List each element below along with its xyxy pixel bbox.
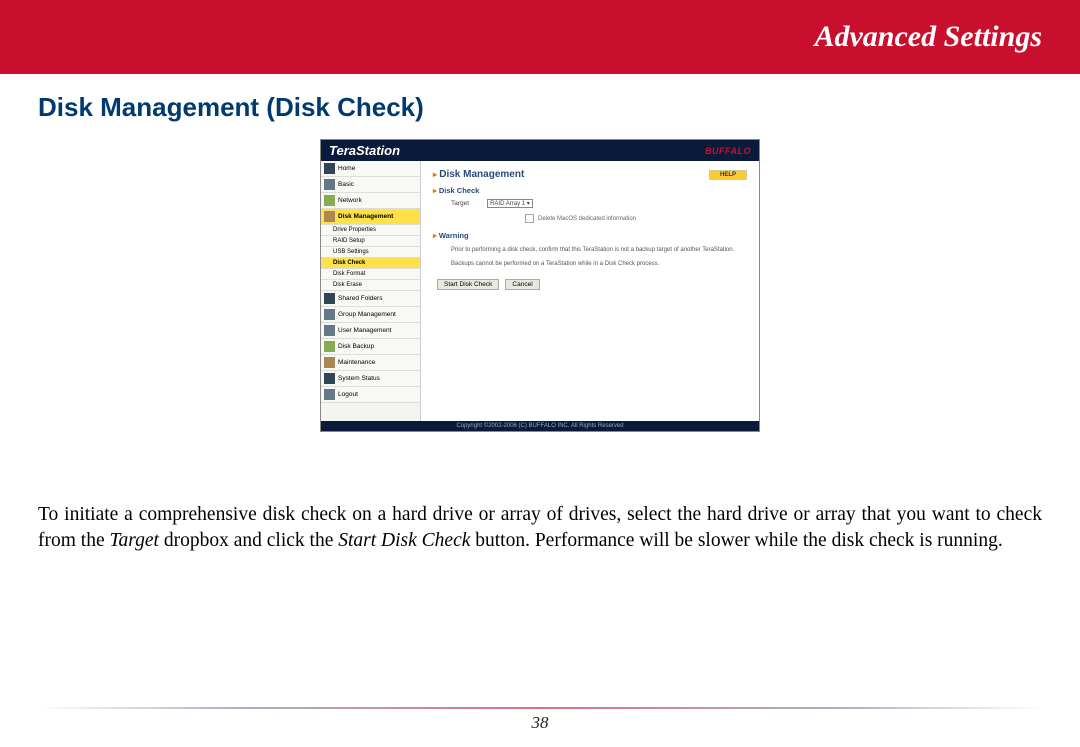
- nav-group-management[interactable]: Group Management: [321, 307, 420, 323]
- banner-title: Advanced Settings: [814, 20, 1042, 54]
- description-paragraph: To initiate a comprehensive disk check o…: [38, 502, 1042, 555]
- desc-target-italic: Target: [109, 530, 159, 551]
- header-banner: Advanced Settings: [0, 0, 1080, 74]
- button-row: Start Disk Check Cancel: [437, 279, 747, 290]
- nav-network[interactable]: Network: [321, 193, 420, 209]
- page-footer: 38: [0, 707, 1080, 733]
- nav-system-status[interactable]: System Status: [321, 371, 420, 387]
- nav-shared-folders[interactable]: Shared Folders: [321, 291, 420, 307]
- nav-maintenance[interactable]: Maintenance: [321, 355, 420, 371]
- section-title: Disk Management (Disk Check): [38, 92, 1042, 123]
- panel-head: Disk Management HELP: [433, 169, 747, 180]
- checkbox-label: Delete MacOS dedicated information: [538, 216, 636, 222]
- desc-c: button. Performance will be slower while…: [470, 530, 1002, 551]
- help-button[interactable]: HELP: [709, 170, 747, 180]
- nav-disk-management[interactable]: Disk Management: [321, 209, 420, 225]
- nav-logout[interactable]: Logout: [321, 387, 420, 403]
- delete-macos-checkbox[interactable]: [525, 214, 534, 223]
- terastation-screenshot: TeraStation BUFFALO Home Basic Network D…: [320, 139, 760, 432]
- ss-header: TeraStation BUFFALO: [321, 140, 759, 161]
- subhead-diskcheck: Disk Check: [433, 186, 747, 195]
- desc-b: dropbox and click the: [159, 530, 338, 551]
- nav-raid-setup[interactable]: RAID Setup: [321, 236, 420, 247]
- start-disk-check-button[interactable]: Start Disk Check: [437, 279, 499, 290]
- screenshot-container: TeraStation BUFFALO Home Basic Network D…: [38, 139, 1042, 432]
- sidebar: Home Basic Network Disk Management Drive…: [321, 161, 421, 421]
- warning-text-1: Prior to performing a disk check, confir…: [451, 246, 747, 254]
- cancel-button[interactable]: Cancel: [505, 279, 539, 290]
- subhead-warning: Warning: [433, 231, 747, 240]
- ss-footer: Copyright ©2002-2006 (C) BUFFALO INC. Al…: [321, 421, 759, 431]
- ss-content: Disk Management HELP Disk Check Target R…: [421, 161, 759, 421]
- desc-startbtn-italic: Start Disk Check: [338, 530, 470, 551]
- checkbox-row: Delete MacOS dedicated information: [523, 212, 747, 225]
- ss-main: Home Basic Network Disk Management Drive…: [321, 161, 759, 421]
- nav-drive-properties[interactable]: Drive Properties: [321, 225, 420, 236]
- nav-disk-format[interactable]: Disk Format: [321, 269, 420, 280]
- target-label: Target: [451, 200, 469, 207]
- target-row: Target RAID Array 1 ▾: [451, 199, 747, 208]
- nav-disk-backup[interactable]: Disk Backup: [321, 339, 420, 355]
- footer-rule: [38, 707, 1042, 709]
- page-number: 38: [532, 713, 549, 732]
- nav-user-management[interactable]: User Management: [321, 323, 420, 339]
- page-body: Disk Management (Disk Check) TeraStation…: [0, 74, 1080, 555]
- nav-usb-settings[interactable]: USB Settings: [321, 247, 420, 258]
- target-select[interactable]: RAID Array 1 ▾: [487, 199, 533, 208]
- panel-title: Disk Management: [433, 169, 524, 180]
- nav-home[interactable]: Home: [321, 161, 420, 177]
- brand-name: TeraStation: [329, 143, 400, 158]
- warning-text-2: Backups cannot be performed on a TeraSta…: [451, 260, 747, 268]
- nav-basic[interactable]: Basic: [321, 177, 420, 193]
- nav-disk-erase[interactable]: Disk Erase: [321, 280, 420, 291]
- brand: TeraStation: [329, 143, 400, 158]
- nav-disk-check[interactable]: Disk Check: [321, 258, 420, 269]
- buffalo-logo: BUFFALO: [705, 146, 751, 156]
